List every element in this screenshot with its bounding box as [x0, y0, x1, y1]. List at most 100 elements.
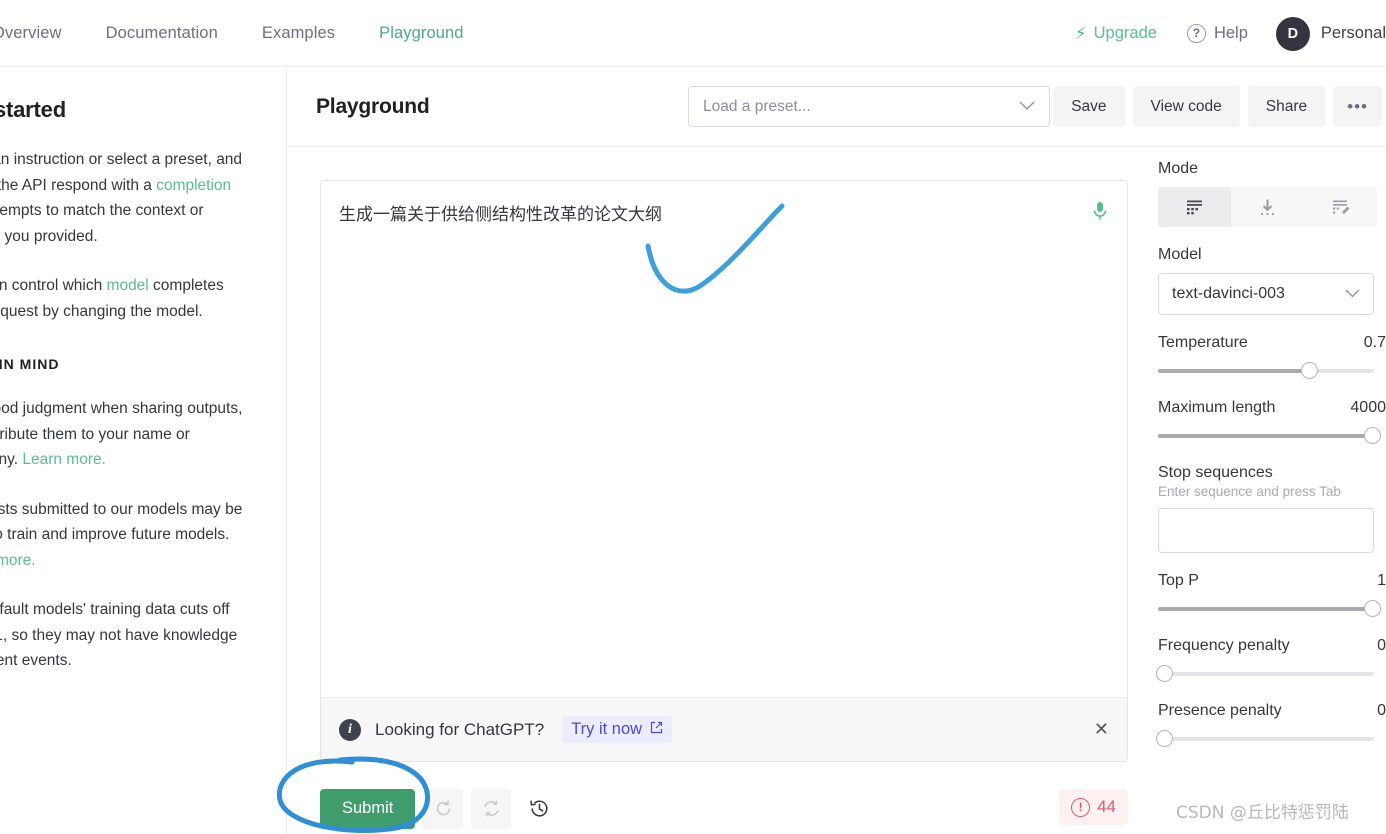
- playground-header: Playground Load a preset... Save View co…: [288, 67, 1386, 147]
- temperature-row: Temperature 0.7: [1158, 334, 1386, 352]
- token-count: 44: [1097, 797, 1116, 817]
- model-value: text-davinci-003: [1172, 285, 1345, 303]
- sidebar-p4-learn-more-link[interactable]: Learn more.: [0, 552, 36, 569]
- history-icon[interactable]: [519, 789, 559, 829]
- sidebar-p1-text-b: that attempts to match the context or pa…: [0, 202, 204, 245]
- sidebar-p1-link-completion[interactable]: completion: [156, 177, 231, 194]
- max-length-row: Maximum length 4000: [1158, 399, 1386, 417]
- slider-knob[interactable]: [1301, 362, 1318, 379]
- sidebar-paragraph-2: You can control which model completes yo…: [0, 273, 244, 324]
- slider-track: [1158, 672, 1374, 676]
- page-title: Playground: [316, 95, 430, 119]
- sidebar-paragraph-3: Use good judgment when sharing outputs, …: [0, 396, 244, 473]
- avatar: D: [1276, 17, 1310, 51]
- temperature-value: 0.7: [1364, 334, 1386, 352]
- temperature-slider[interactable]: [1158, 362, 1374, 380]
- get-started-sidebar: Get started Write an instruction or sele…: [0, 67, 287, 834]
- save-button[interactable]: Save: [1053, 86, 1124, 127]
- max-length-label: Maximum length: [1158, 399, 1275, 417]
- stop-sequences-hint: Enter sequence and press Tab: [1158, 484, 1386, 499]
- top-p-value: 1: [1377, 572, 1386, 590]
- submit-button[interactable]: Submit: [320, 789, 415, 829]
- slider-fill: [1158, 434, 1374, 438]
- microphone-icon[interactable]: [1089, 199, 1111, 223]
- preset-placeholder: Load a preset...: [703, 98, 1019, 116]
- mode-toggle-group: [1158, 187, 1377, 227]
- slider-fill: [1158, 369, 1309, 373]
- upgrade-label: Upgrade: [1094, 24, 1157, 43]
- sidebar-p2-link-model[interactable]: model: [107, 277, 149, 294]
- playground-page: Overview Documentation Examples Playgrou…: [0, 0, 1386, 834]
- nav-link-playground[interactable]: Playground: [357, 24, 485, 43]
- model-label: Model: [1158, 246, 1386, 264]
- sidebar-subheading: KEEP IN MIND: [0, 356, 244, 372]
- top-p-row: Top P 1: [1158, 572, 1386, 590]
- top-p-label: Top P: [1158, 572, 1199, 590]
- nav-right-group: ⚡ Upgrade ? Help D Personal: [1059, 0, 1386, 67]
- view-code-button[interactable]: View code: [1133, 86, 1240, 127]
- csdn-watermark: CSDN @丘比特惩罚陆: [1176, 798, 1349, 823]
- share-button[interactable]: Share: [1248, 86, 1325, 127]
- editor-toolbar: Submit ! 44: [320, 783, 1128, 834]
- slider-knob[interactable]: [1156, 730, 1173, 747]
- more-options-button[interactable]: •••: [1333, 86, 1382, 127]
- account-menu[interactable]: D Personal: [1262, 17, 1386, 51]
- mode-button-complete[interactable]: [1158, 187, 1231, 227]
- sidebar-paragraph-4: Requests submitted to our models may be …: [0, 497, 244, 574]
- token-count-badge: ! 44: [1059, 789, 1128, 825]
- banner-close-icon[interactable]: ✕: [1094, 719, 1109, 740]
- max-length-slider[interactable]: [1158, 427, 1374, 445]
- try-it-now-link[interactable]: Try it now: [562, 716, 672, 743]
- frequency-penalty-row: Frequency penalty 0: [1158, 637, 1386, 655]
- settings-panel: Mode: [1150, 160, 1386, 834]
- prompt-editor[interactable]: 生成一篇关于供给侧结构性改革的论文大纲 i Looking for ChatGP…: [320, 180, 1128, 762]
- undo-icon[interactable]: [423, 789, 463, 829]
- stop-sequences-label: Stop sequences: [1158, 464, 1386, 482]
- sidebar-header: Get started: [0, 97, 244, 123]
- frequency-penalty-value: 0: [1377, 637, 1386, 655]
- presence-penalty-slider[interactable]: [1158, 730, 1374, 748]
- chatgpt-banner-text: Looking for ChatGPT?: [375, 720, 544, 740]
- help-label: Help: [1214, 24, 1248, 43]
- slider-knob[interactable]: [1364, 427, 1381, 444]
- sidebar-paragraph-1: Write an instruction or select a preset,…: [0, 147, 244, 249]
- nav-link-overview[interactable]: Overview: [0, 24, 84, 43]
- sidebar-title: Get started: [0, 97, 66, 123]
- temperature-label: Temperature: [1158, 334, 1248, 352]
- question-mark-icon: ?: [1187, 24, 1206, 43]
- chevron-down-icon: [1019, 99, 1035, 114]
- top-p-slider[interactable]: [1158, 600, 1374, 618]
- preset-dropdown[interactable]: Load a preset...: [688, 86, 1050, 127]
- chatgpt-banner: i Looking for ChatGPT? Try it now ✕: [321, 697, 1127, 761]
- external-link-icon: [650, 720, 663, 739]
- account-name: Personal: [1321, 24, 1386, 43]
- top-navigation-bar: Overview Documentation Examples Playgrou…: [0, 0, 1386, 67]
- mode-button-insert[interactable]: [1231, 187, 1304, 227]
- frequency-penalty-slider[interactable]: [1158, 665, 1374, 683]
- presence-penalty-label: Presence penalty: [1158, 702, 1282, 720]
- mode-button-edit[interactable]: [1304, 187, 1377, 227]
- nav-link-documentation[interactable]: Documentation: [84, 24, 240, 43]
- warning-icon: !: [1071, 798, 1090, 817]
- model-dropdown[interactable]: text-davinci-003: [1158, 273, 1374, 315]
- mode-label: Mode: [1158, 160, 1386, 178]
- prompt-text[interactable]: 生成一篇关于供给侧结构性改革的论文大纲: [339, 201, 1067, 229]
- sidebar-p3-learn-more-link[interactable]: Learn more.: [22, 451, 106, 468]
- max-length-value: 4000: [1350, 399, 1386, 417]
- nav-links: Overview Documentation Examples Playgrou…: [0, 24, 486, 43]
- slider-track: [1158, 737, 1374, 741]
- regenerate-icon[interactable]: [471, 789, 511, 829]
- sidebar-paragraph-5: Our default models' training data cuts o…: [0, 597, 244, 674]
- nav-link-examples[interactable]: Examples: [240, 24, 357, 43]
- upgrade-button[interactable]: ⚡ Upgrade: [1059, 24, 1173, 43]
- sidebar-p4-text: Requests submitted to our models may be …: [0, 501, 242, 544]
- stop-sequences-input[interactable]: [1158, 508, 1374, 553]
- slider-knob[interactable]: [1156, 665, 1173, 682]
- help-button[interactable]: ? Help: [1173, 24, 1262, 43]
- presence-penalty-row: Presence penalty 0: [1158, 702, 1386, 720]
- frequency-penalty-label: Frequency penalty: [1158, 637, 1290, 655]
- chevron-down-icon: [1345, 285, 1360, 303]
- info-icon: i: [339, 719, 361, 741]
- lightning-bolt-icon: ⚡: [1075, 25, 1087, 42]
- slider-knob[interactable]: [1364, 600, 1381, 617]
